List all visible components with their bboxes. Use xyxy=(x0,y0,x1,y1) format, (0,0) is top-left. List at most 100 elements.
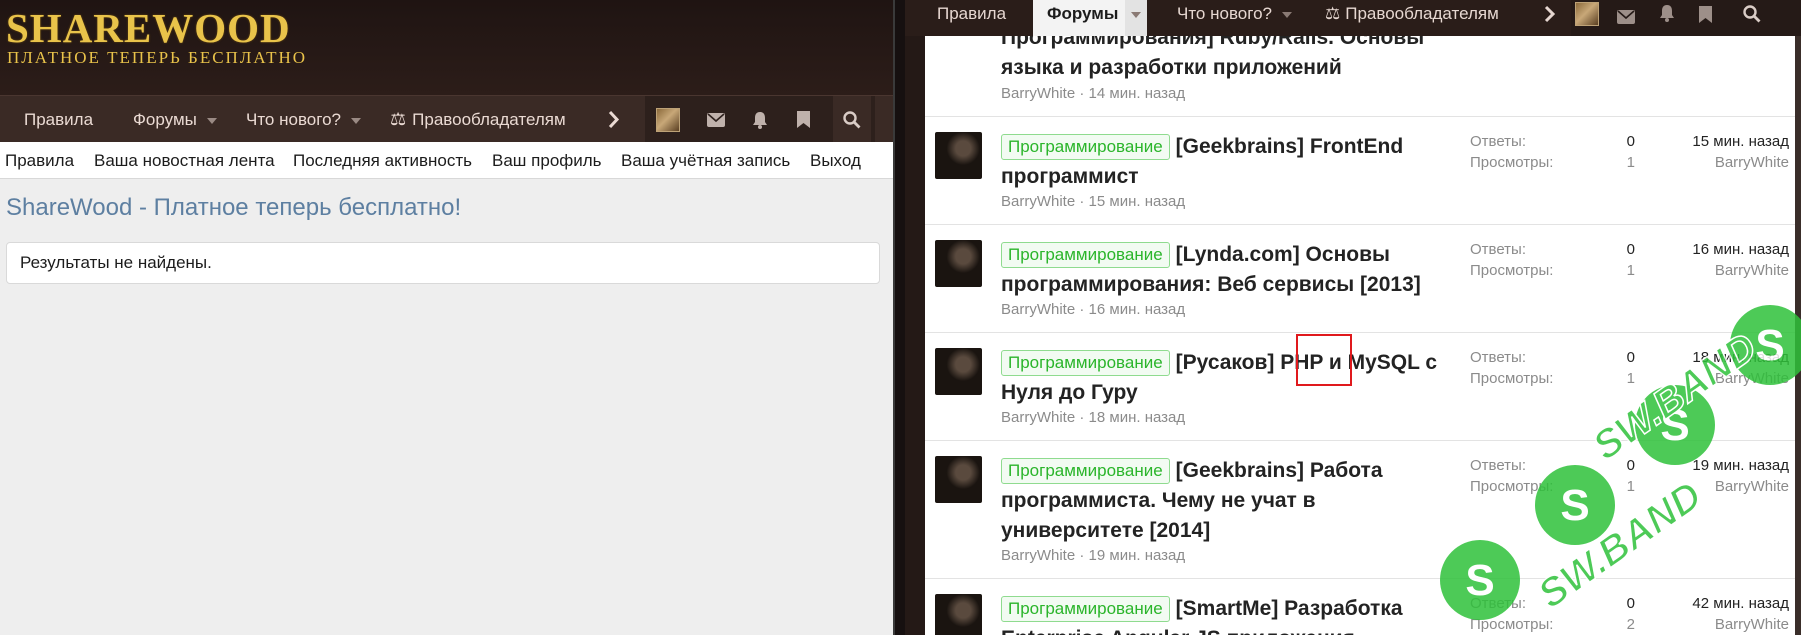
left-window: SHAREWOOD ПЛАТНОЕ ТЕПЕРЬ БЕСПЛАТНО Прави… xyxy=(0,0,893,635)
scrollbar[interactable] xyxy=(1795,36,1801,635)
site-header: SHAREWOOD ПЛАТНОЕ ТЕПЕРЬ БЕСПЛАТНО xyxy=(0,0,893,95)
nav-rightholders[interactable]: ⚖ Правообладателям xyxy=(390,96,566,143)
thread-list: Программирования] Ruby/Rails. Основы язы… xyxy=(925,0,1801,635)
views-count: 1 xyxy=(1626,262,1635,279)
bell-icon[interactable] xyxy=(741,96,779,143)
replies-label: Ответы: xyxy=(1470,595,1527,612)
thread-meta: BarryWhite · 18 мин. назад xyxy=(1001,409,1186,426)
replies-label: Ответы: xyxy=(1470,241,1527,258)
avatar[interactable] xyxy=(935,132,982,179)
bookmark-icon[interactable] xyxy=(1699,4,1712,32)
prefix-badge[interactable]: Программирование xyxy=(1001,242,1170,268)
thread-author[interactable]: BarryWhite xyxy=(1001,547,1075,564)
thread-author[interactable]: BarryWhite xyxy=(1001,301,1075,318)
chevron-down-icon[interactable] xyxy=(206,117,217,124)
avatar[interactable] xyxy=(935,594,982,635)
rnav-forums[interactable]: Форумы xyxy=(1033,0,1125,36)
last-post-user[interactable]: BarryWhite xyxy=(1715,616,1789,633)
thread-age: 16 мин. назад xyxy=(1088,301,1186,318)
thread-meta: BarryWhite · 15 мин. назад xyxy=(1001,193,1186,210)
avatar[interactable] xyxy=(935,348,982,395)
thread-title[interactable]: Программирование [Geekbrains] Работа прог… xyxy=(1001,456,1461,546)
views-count: 1 xyxy=(1626,478,1635,495)
thread-title[interactable]: Программирование[SmartMe] Разработка Ent… xyxy=(1001,594,1461,635)
prefix-badge[interactable]: Программирование xyxy=(1001,134,1170,160)
subnav-news-feed[interactable]: Ваша новостная лента xyxy=(94,142,275,179)
chevron-down-icon[interactable] xyxy=(1125,0,1147,36)
last-post-time[interactable]: 18 мин. назад xyxy=(1692,349,1789,366)
prefix-badge[interactable]: Программирование xyxy=(1001,458,1170,484)
prefix-badge[interactable]: Программирование xyxy=(1001,350,1170,376)
main-nav: Правила Форумы Что нового? ⚖ Правообладат… xyxy=(0,95,893,143)
thread-row[interactable]: Программирование [Geekbrains] FrontEnd пр… xyxy=(925,117,1801,225)
thread-age: 18 мин. назад xyxy=(1088,409,1186,426)
nav-whats-new[interactable]: Что нового? xyxy=(246,96,361,143)
scales-icon: ⚖ xyxy=(390,109,407,129)
subnav-latest-activity[interactable]: Последняя активность xyxy=(293,142,472,179)
chevron-right-icon[interactable] xyxy=(1543,0,1557,36)
chevron-down-icon[interactable] xyxy=(1281,11,1292,18)
bookmark-icon[interactable] xyxy=(784,96,822,143)
chevron-down-icon[interactable] xyxy=(350,117,361,124)
views-count: 1 xyxy=(1626,370,1635,387)
thread-age: 14 мин. назад xyxy=(1088,85,1186,102)
thread-title[interactable]: Программирование [Lynda.com] Основы прогр… xyxy=(1001,240,1461,300)
forum-nav: Правила Форумы Что нового? ⚖ Правообладат… xyxy=(905,0,1801,36)
thread-title[interactable]: Программирование [Geekbrains] FrontEnd пр… xyxy=(1001,132,1461,192)
thread-title[interactable]: Программирование [Русаков] PHP и MySQL с … xyxy=(1001,348,1461,408)
last-post-time[interactable]: 16 мин. назад xyxy=(1692,241,1789,258)
highlight-box xyxy=(1296,334,1352,386)
last-post-user[interactable]: BarryWhite xyxy=(1715,154,1789,171)
replies-label: Ответы: xyxy=(1470,457,1527,474)
thread-author[interactable]: BarryWhite xyxy=(1001,409,1075,426)
thread-age: 15 мин. назад xyxy=(1088,193,1186,210)
views-count: 2 xyxy=(1626,616,1635,633)
subnav-account[interactable]: Ваша учётная запись xyxy=(621,142,790,179)
subnav-rules[interactable]: Правила xyxy=(5,142,74,179)
views-label: Просмотры: xyxy=(1470,370,1554,387)
nav-forums[interactable]: Форумы xyxy=(133,96,217,143)
thread-row[interactable]: Программирование [Lynda.com] Основы прогр… xyxy=(925,225,1801,333)
nav-whats-new-label: Что нового? xyxy=(246,110,341,129)
scales-icon: ⚖ xyxy=(1325,4,1341,23)
nav-rules[interactable]: Правила xyxy=(24,96,93,143)
thread-row[interactable]: Программирование[SmartMe] Разработка Ent… xyxy=(925,579,1801,635)
thread-age: 19 мин. назад xyxy=(1088,547,1186,564)
subnav-logout[interactable]: Выход xyxy=(810,142,861,179)
views-label: Просмотры: xyxy=(1470,478,1554,495)
last-post-user[interactable]: BarryWhite xyxy=(1715,478,1789,495)
subnav-profile[interactable]: Ваш профиль xyxy=(492,142,602,179)
rnav-rightholders-label: Правообладателям xyxy=(1345,4,1499,23)
chevron-right-icon[interactable] xyxy=(606,96,622,143)
bell-icon[interactable] xyxy=(1659,3,1675,31)
avatar[interactable] xyxy=(649,96,687,143)
avatar[interactable] xyxy=(935,456,982,503)
rnav-whats-new[interactable]: Что нового? xyxy=(1177,0,1292,36)
site-logo[interactable]: SHAREWOOD xyxy=(6,6,291,50)
prefix-badge[interactable]: Программирование xyxy=(1001,596,1170,622)
last-post-time[interactable]: 15 мин. назад xyxy=(1692,133,1789,150)
envelope-icon[interactable] xyxy=(697,96,735,143)
right-window: Правила Форумы Что нового? ⚖ Правообладат… xyxy=(905,0,1801,635)
avatar[interactable] xyxy=(1575,2,1599,26)
search-icon[interactable] xyxy=(833,96,871,143)
rnav-rules[interactable]: Правила xyxy=(937,0,1006,36)
last-post-time[interactable]: 19 мин. назад xyxy=(1692,457,1789,474)
views-label: Просмотры: xyxy=(1470,154,1554,171)
last-post-user[interactable]: BarryWhite xyxy=(1715,262,1789,279)
last-post-time[interactable]: 42 мин. назад xyxy=(1692,595,1789,612)
page-title: ShareWood - Платное теперь бесплатно! xyxy=(6,194,462,221)
thread-author[interactable]: BarryWhite xyxy=(1001,193,1075,210)
thread-meta: BarryWhite · 19 мин. назад xyxy=(1001,547,1186,564)
thread-row[interactable]: Программирование [Русаков] PHP и MySQL с … xyxy=(925,333,1801,441)
envelope-icon[interactable] xyxy=(1617,5,1635,33)
last-post-user[interactable]: BarryWhite xyxy=(1715,370,1789,387)
avatar[interactable] xyxy=(935,240,982,287)
window-divider[interactable] xyxy=(893,0,905,635)
thread-author[interactable]: BarryWhite xyxy=(1001,85,1075,102)
views-count: 1 xyxy=(1626,154,1635,171)
rnav-rightholders[interactable]: ⚖ Правообладателям xyxy=(1325,0,1499,36)
thread-row[interactable]: Программирование [Geekbrains] Работа прог… xyxy=(925,441,1801,579)
search-icon[interactable] xyxy=(1743,4,1761,32)
account-subnav: Правила Ваша новостная лента Последняя а… xyxy=(0,142,893,179)
